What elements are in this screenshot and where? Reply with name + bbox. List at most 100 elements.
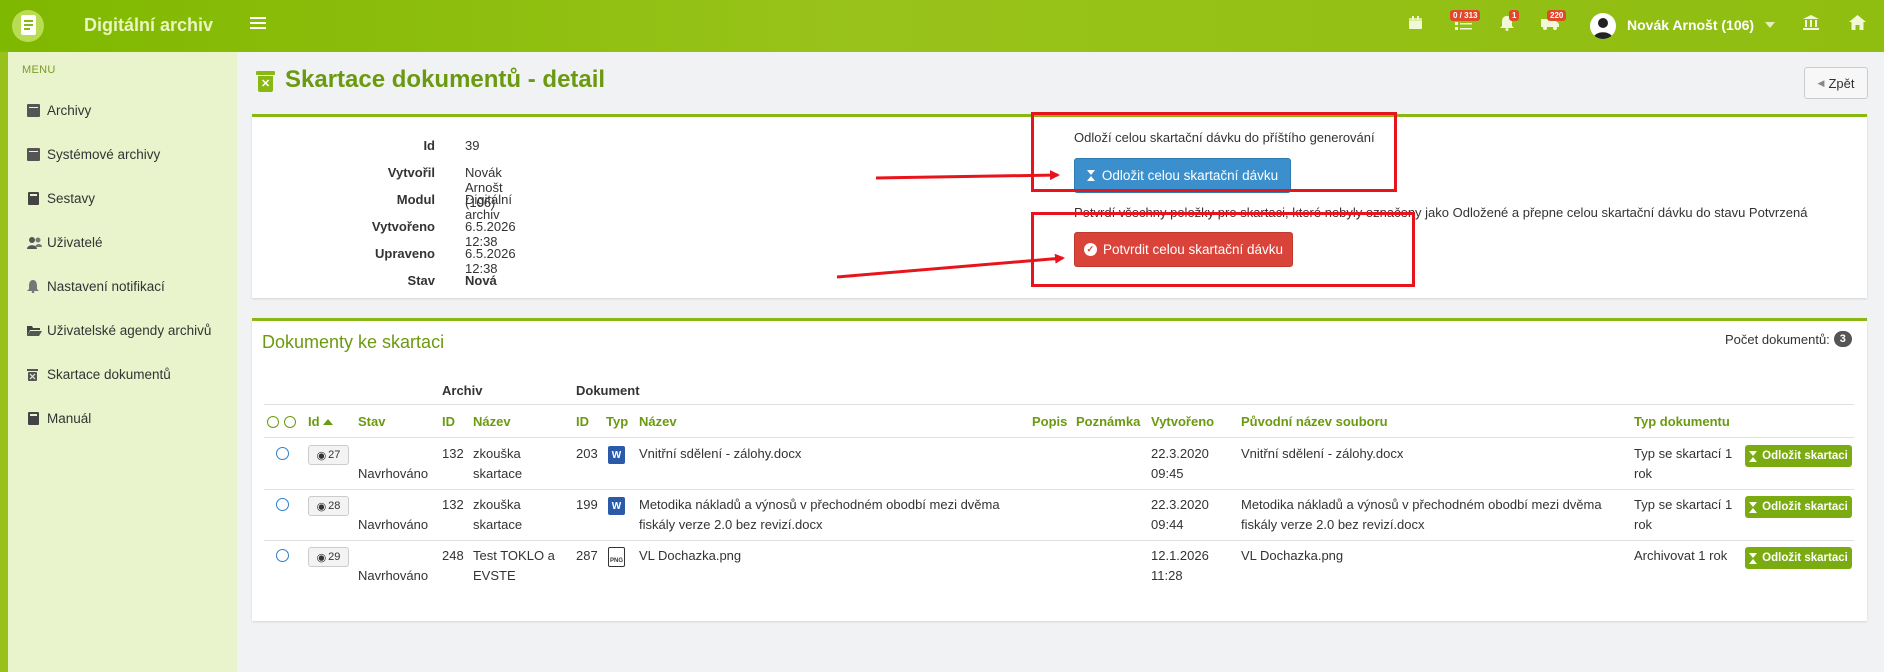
png-file-icon: PNG (608, 547, 625, 567)
view-document-button[interactable]: ◉ 28 (308, 496, 349, 516)
select-all-checked-icon[interactable] (267, 416, 279, 428)
row-doc-name-link[interactable]: Vnitřní sdělení - zálohy.docx (639, 444, 801, 464)
sidebar-item-label: Uživatelské agendy archivů (47, 322, 212, 338)
row-archive-id: 132 (442, 446, 464, 461)
row-select-radio[interactable] (276, 498, 289, 511)
row-archive-name: zkouška (473, 446, 521, 461)
divider (264, 540, 1854, 541)
button-label: Odložit skartaci (1762, 450, 1848, 462)
row-select-radio[interactable] (276, 549, 289, 562)
tasks-badge: 0 / 313 (1450, 10, 1481, 21)
row-archive-name-cont: skartace (473, 517, 523, 532)
word-file-icon: W (608, 446, 625, 464)
row-archive-id: 132 (442, 497, 464, 512)
select-none-icon[interactable] (284, 416, 296, 428)
back-button[interactable]: ◀ Zpět (1804, 67, 1868, 99)
sidebar-item-uzivatele[interactable]: Uživatelé (27, 231, 103, 253)
sidebar-item-label: Nastavení notifikací (47, 278, 165, 294)
archive-icon (27, 147, 40, 161)
view-document-button[interactable]: ◉ 27 (308, 445, 349, 465)
row-doc-id: 199 (576, 497, 598, 512)
page-title: Skartace dokumentů - detail (285, 66, 606, 93)
column-header-id[interactable]: Id (308, 414, 333, 429)
page-header: ✕ Skartace dokumentů - detail (256, 66, 605, 94)
sidebar-item-nastaveni-notifikaci[interactable]: Nastavení notifikací (27, 275, 165, 297)
detail-key: Vytvořil (387, 165, 435, 180)
sidebar-item-label: Manuál (47, 410, 92, 426)
archive-icon (27, 103, 40, 117)
row-doc-name-link-cont[interactable]: fiskály verze 2.0 bez revizí.docx (639, 515, 823, 535)
row-id: 29 (328, 551, 341, 563)
row-doc-name-link[interactable]: VL Dochazka.png (639, 546, 741, 566)
sidebar-item-manual[interactable]: Manuál (27, 407, 91, 429)
column-header-archive-id[interactable]: ID (442, 414, 455, 429)
column-header-stav[interactable]: Stav (358, 414, 385, 429)
app-logo-icon[interactable] (10, 8, 46, 44)
documents-count-label: Počet dokumentů: (1725, 331, 1830, 347)
column-header-doc-name[interactable]: Název (639, 414, 677, 429)
column-header-popis[interactable]: Popis (1032, 414, 1067, 429)
row-document-type-cont: rok (1634, 466, 1653, 481)
trash-icon: ✕ (256, 69, 275, 92)
sidebar-item-label: Archivy (47, 102, 92, 118)
institution-icon[interactable] (1803, 15, 1819, 35)
divider (264, 404, 1854, 405)
detail-value: 39 (465, 138, 480, 153)
detail-key: Modul (396, 192, 435, 207)
column-header-document-type[interactable]: Typ dokumentu (1634, 414, 1730, 429)
view-document-button[interactable]: ◉ 29 (308, 547, 349, 567)
row-archive-name: Test TOKLO a (473, 548, 555, 563)
sort-asc-icon (322, 418, 333, 425)
calendar-icon[interactable] (1408, 15, 1423, 35)
postpone-shredding-button[interactable]: Odložit skartaci (1745, 445, 1852, 467)
sidebar-item-archivy[interactable]: Archivy (27, 99, 91, 121)
row-created-time: 09:45 (1151, 466, 1184, 481)
folder-open-icon (27, 324, 42, 337)
detail-value: 6.5.2026 12:38 (465, 219, 516, 249)
documents-count: Počet dokumentů: 3 (1725, 331, 1852, 347)
row-stav: Navrhováno (358, 517, 429, 532)
row-select-radio[interactable] (276, 447, 289, 460)
row-stav: Navrhováno (358, 568, 429, 583)
row-original-filename: Metodika nákladů a výnosů v přechodném o… (1241, 497, 1602, 512)
column-header-original-filename[interactable]: Původní název souboru (1241, 414, 1388, 429)
column-header-poznamka[interactable]: Poznámka (1076, 414, 1140, 429)
back-button-label: Zpět (1828, 75, 1855, 91)
column-header-archive-name[interactable]: Název (473, 414, 511, 429)
row-created-date: 12.1.2026 (1151, 548, 1209, 563)
row-document-type: Archivovat 1 rok (1634, 548, 1728, 563)
row-id: 28 (328, 500, 341, 512)
notifications-badge: 1 (1509, 10, 1520, 21)
sidebar-item-sestavy[interactable]: Sestavy (27, 187, 95, 209)
column-header-doc-id[interactable]: ID (576, 414, 589, 429)
users-icon (27, 236, 42, 249)
divider (264, 437, 1854, 438)
row-created-time: 09:44 (1151, 517, 1184, 532)
sidebar-item-uzivatelske-agendy[interactable]: Uživatelské agendy archivů (27, 319, 211, 341)
app-title[interactable]: Digitální archiv (84, 15, 213, 36)
column-header-vytvoreno[interactable]: Vytvořeno (1151, 414, 1214, 429)
row-archive-name-cont: EVSTE (473, 568, 516, 583)
sidebar-item-systemove-archivy[interactable]: Systémové archivy (27, 143, 160, 165)
user-menu-chevron-icon[interactable] (1765, 22, 1775, 28)
row-created-date: 22.3.2020 (1151, 446, 1209, 461)
row-document-type: Typ se skartací 1 (1634, 497, 1733, 512)
group-header-archive: Archiv (442, 383, 483, 398)
sidebar-item-skartace-dokumentu[interactable]: Skartace dokumentů (27, 363, 171, 385)
row-doc-name-link[interactable]: Metodika nákladů a výnosů v přechodném o… (639, 495, 1000, 515)
detail-value: Nová (465, 273, 497, 288)
book-icon (27, 411, 40, 425)
postpone-shredding-button[interactable]: Odložit skartaci (1745, 496, 1852, 518)
column-header-typ[interactable]: Typ (606, 414, 628, 429)
detail-key: Vytvořeno (371, 219, 435, 234)
user-name[interactable]: Novák Arnošt (106) (1627, 17, 1754, 33)
user-avatar[interactable] (1590, 13, 1616, 39)
postpone-shredding-button[interactable]: Odložit skartaci (1745, 547, 1852, 569)
menu-toggle-icon[interactable] (250, 15, 266, 31)
eye-icon: ◉ (316, 449, 327, 462)
group-header-document: Dokument (576, 383, 640, 398)
home-icon[interactable] (1849, 15, 1866, 35)
row-original-filename-cont: fiskály verze 2.0 bez revizí.docx (1241, 517, 1425, 532)
button-label: Odložit skartaci (1762, 501, 1848, 513)
row-original-filename: VL Dochazka.png (1241, 548, 1344, 563)
